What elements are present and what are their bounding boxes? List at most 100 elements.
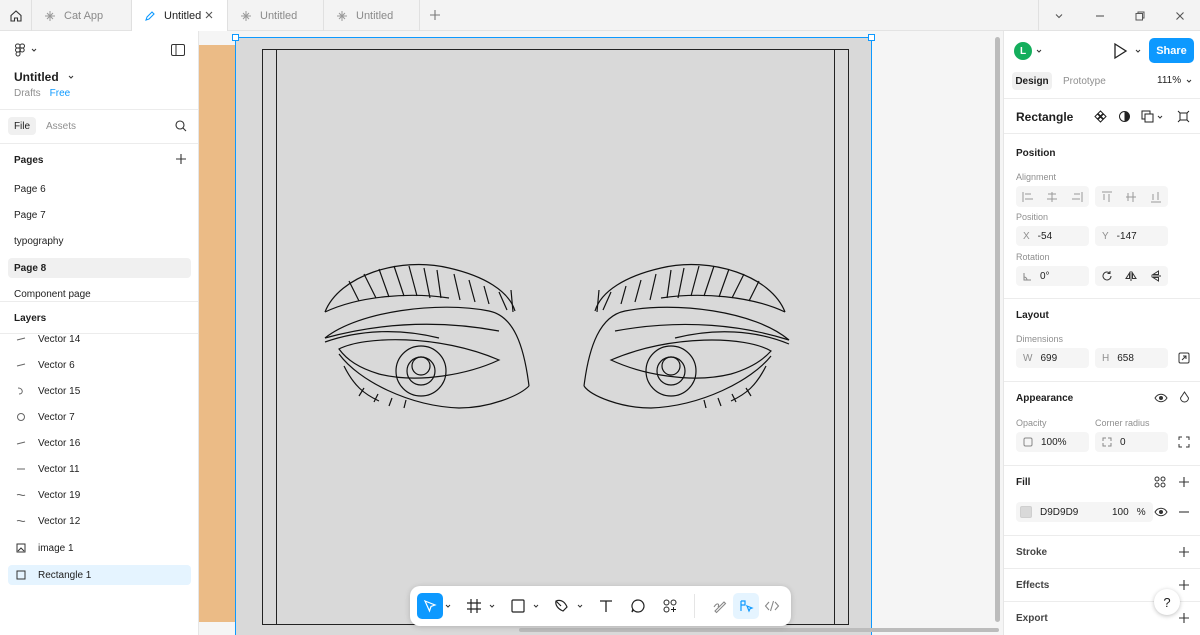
new-tab-icon[interactable] <box>428 8 442 22</box>
main-menu-button[interactable] <box>14 43 38 57</box>
rectangle-icon <box>16 570 26 580</box>
independent-corners-icon[interactable] <box>1178 436 1190 448</box>
page-item[interactable]: typography <box>8 231 191 251</box>
blend-drop-icon[interactable] <box>1179 391 1190 404</box>
eye-icon[interactable] <box>1154 392 1168 404</box>
home-button[interactable] <box>0 0 32 31</box>
add-fill-icon[interactable] <box>1178 476 1190 488</box>
tab-cat-app[interactable]: Cat App <box>32 0 132 31</box>
rotate-icon[interactable] <box>1101 270 1113 282</box>
add-export-icon[interactable] <box>1178 612 1190 624</box>
canvas[interactable] <box>199 31 1003 635</box>
minimize-button[interactable] <box>1080 0 1120 31</box>
layer-item[interactable]: Vector 14 <box>8 329 191 349</box>
boolean-icon[interactable] <box>1141 110 1154 123</box>
vertical-scrollbar[interactable] <box>995 37 1000 622</box>
chevron-down-icon[interactable] <box>1134 47 1142 55</box>
align-middle-icon[interactable] <box>1125 191 1137 203</box>
crop-icon[interactable] <box>1177 110 1190 123</box>
draw-mode-button[interactable] <box>707 593 733 619</box>
close-window-button[interactable] <box>1160 0 1200 31</box>
chevron-down-icon[interactable] <box>487 601 497 611</box>
add-effect-icon[interactable] <box>1178 579 1190 591</box>
file-name-button[interactable]: Untitled <box>14 70 75 84</box>
tab-list-button[interactable] <box>1038 0 1078 31</box>
page-item-selected[interactable]: Page 8 <box>8 258 191 278</box>
tab-assets[interactable]: Assets <box>46 121 76 132</box>
component-icon[interactable] <box>1094 110 1107 123</box>
mask-icon[interactable] <box>1118 110 1131 123</box>
chevron-down-icon[interactable] <box>575 601 585 611</box>
layer-item[interactable]: Vector 16 <box>8 433 191 453</box>
text-tool-button[interactable] <box>593 593 619 619</box>
design-mode-button[interactable] <box>733 593 759 619</box>
avatar[interactable]: L <box>1014 42 1032 60</box>
search-icon[interactable] <box>175 120 187 132</box>
present-icon[interactable] <box>1112 42 1128 60</box>
height-field[interactable]: H 658 <box>1095 348 1168 368</box>
add-page-icon[interactable] <box>175 153 187 165</box>
resize-handle[interactable] <box>232 34 239 41</box>
tab-design[interactable]: Design <box>1012 72 1052 90</box>
corner-radius-field[interactable]: 0 <box>1095 432 1168 452</box>
layer-item[interactable]: Vector 7 <box>8 407 191 427</box>
layer-item[interactable]: Vector 12 <box>8 511 191 531</box>
move-tool-button[interactable] <box>417 593 443 619</box>
flip-vertical-icon[interactable] <box>1150 270 1162 282</box>
layer-item[interactable]: Vector 15 <box>8 381 191 401</box>
opacity-field[interactable]: 100% <box>1016 432 1089 452</box>
tab-untitled-2[interactable]: Untitled <box>228 0 324 31</box>
actions-button[interactable] <box>657 593 683 619</box>
close-tab-icon[interactable] <box>203 9 215 21</box>
layer-item[interactable]: Vector 19 <box>8 485 191 505</box>
resize-to-fit-icon[interactable] <box>1178 352 1190 364</box>
tab-untitled-3[interactable]: Untitled <box>324 0 420 31</box>
tab-prototype[interactable]: Prototype <box>1063 76 1106 87</box>
share-button[interactable]: Share <box>1149 38 1194 63</box>
layer-item-selected[interactable]: Rectangle 1 <box>8 565 191 585</box>
page-item[interactable]: Page 6 <box>8 179 191 199</box>
maximize-button[interactable] <box>1120 0 1160 31</box>
add-stroke-icon[interactable] <box>1178 546 1190 558</box>
horizontal-scrollbar[interactable] <box>519 628 999 632</box>
file-location[interactable]: Drafts <box>14 88 41 99</box>
rotation-field[interactable]: 0° <box>1016 266 1089 286</box>
tab-file[interactable]: File <box>8 117 36 135</box>
align-bottom-icon[interactable] <box>1150 191 1162 203</box>
plan-badge[interactable]: Free <box>50 88 71 99</box>
chevron-down-icon[interactable] <box>531 601 541 611</box>
flip-horizontal-icon[interactable] <box>1125 270 1138 282</box>
page-item[interactable]: Page 7 <box>8 205 191 225</box>
help-button[interactable]: ? <box>1154 589 1180 615</box>
pen-tool-button[interactable] <box>549 593 575 619</box>
x-field[interactable]: X -54 <box>1016 226 1089 246</box>
layer-item[interactable]: image 1 <box>8 538 191 558</box>
fill-row[interactable]: D9D9D9 100 % <box>1016 502 1153 522</box>
chevron-down-icon[interactable] <box>1156 113 1164 121</box>
y-field[interactable]: Y -147 <box>1095 226 1168 246</box>
width-field[interactable]: W 699 <box>1016 348 1089 368</box>
align-left-icon[interactable] <box>1022 191 1034 203</box>
eye-icon[interactable] <box>1154 506 1168 518</box>
chevron-down-icon[interactable] <box>1035 47 1043 55</box>
comment-tool-button[interactable] <box>625 593 651 619</box>
frame-tool-button[interactable] <box>461 593 487 619</box>
toggle-sidebar-icon[interactable] <box>171 44 185 56</box>
fill-swatch[interactable] <box>1020 506 1032 518</box>
align-right-icon[interactable] <box>1071 191 1083 203</box>
layer-item[interactable]: Vector 11 <box>8 459 191 479</box>
tab-untitled-active[interactable]: Untitled <box>132 0 228 31</box>
zoom-dropdown[interactable]: 111% <box>1157 75 1193 86</box>
fill-hex[interactable]: D9D9D9 <box>1040 507 1104 518</box>
shape-tool-button[interactable] <box>505 593 531 619</box>
layer-item[interactable]: Vector 6 <box>8 355 191 375</box>
zoom-level: 111% <box>1157 75 1182 86</box>
remove-fill-icon[interactable] <box>1178 506 1190 518</box>
align-top-icon[interactable] <box>1101 191 1113 203</box>
fill-opacity[interactable]: 100 <box>1112 507 1129 518</box>
styles-icon[interactable] <box>1154 476 1166 488</box>
align-center-icon[interactable] <box>1046 191 1058 203</box>
chevron-down-icon[interactable] <box>443 601 453 611</box>
dev-mode-button[interactable] <box>759 593 785 619</box>
resize-handle[interactable] <box>868 34 875 41</box>
